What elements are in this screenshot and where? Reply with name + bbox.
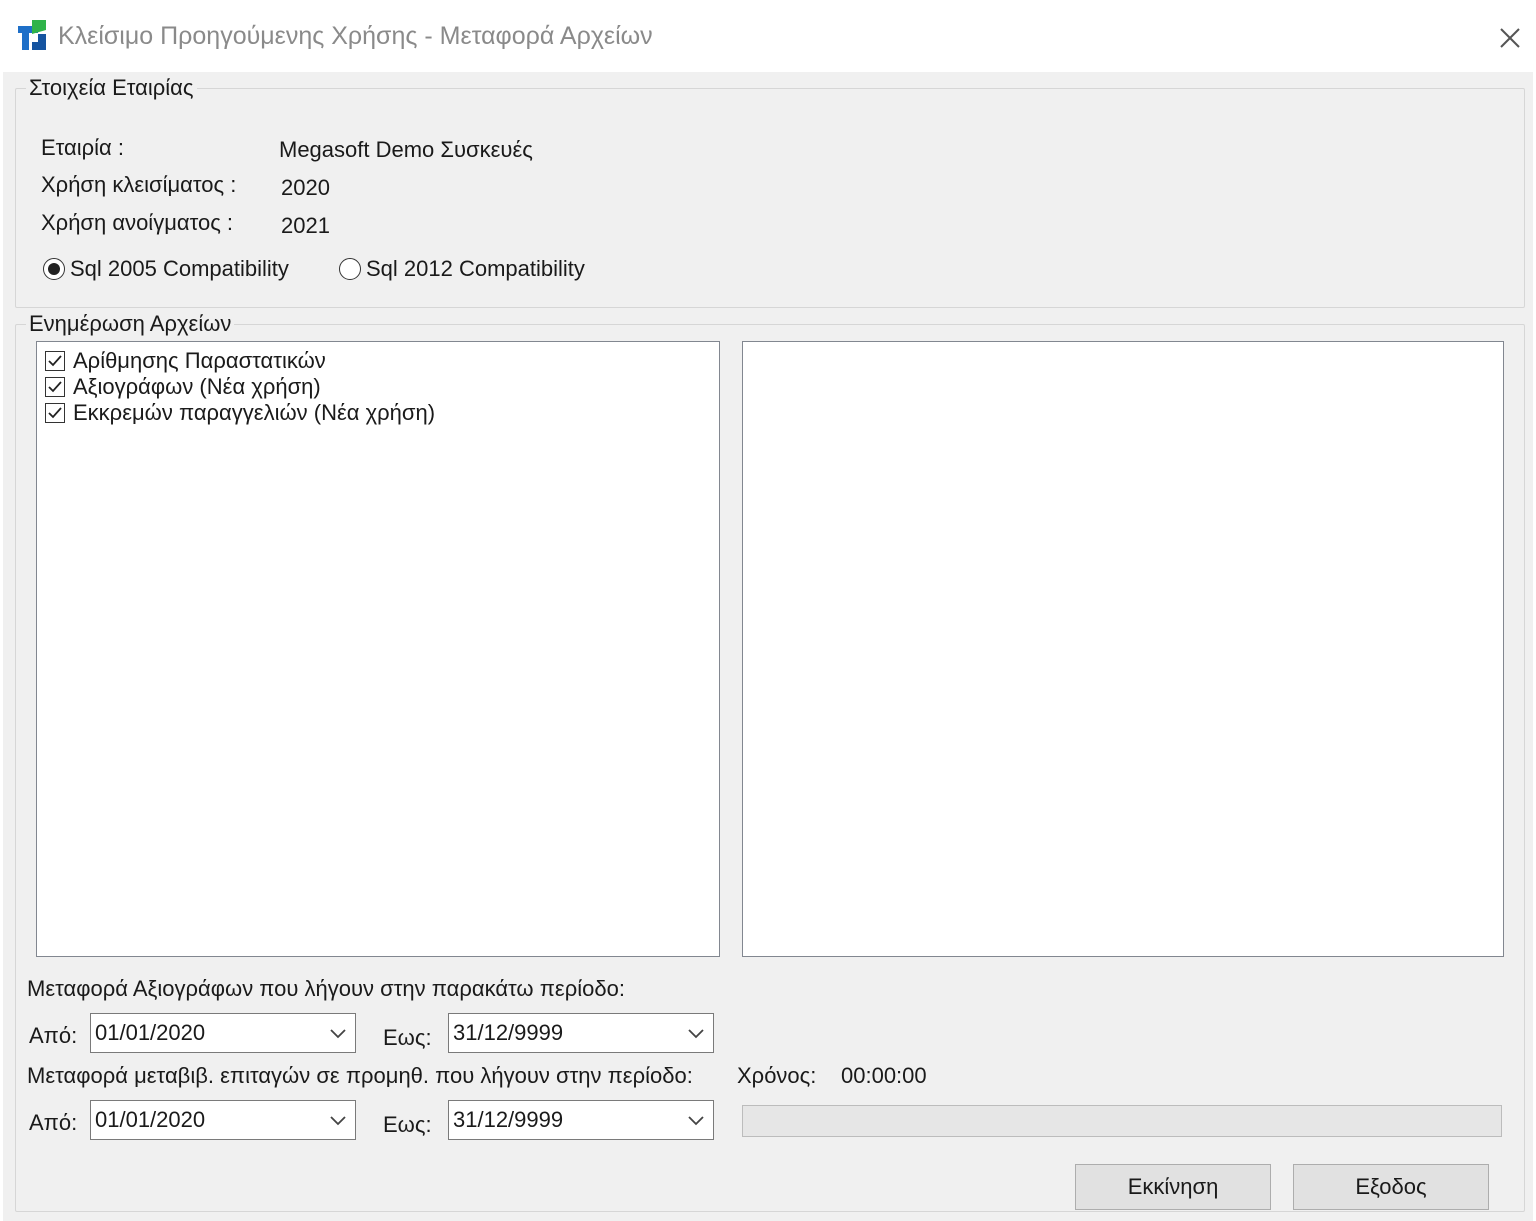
company-value: Megasoft Demo Συσκευές (279, 137, 533, 162)
cheques-period-label: Μεταφορά μεταβιβ. επιταγών σε προμηθ. πο… (27, 1063, 693, 1088)
securities-from-label: Από: (29, 1023, 78, 1048)
cheques-to-date[interactable]: 31/12/9999 (448, 1100, 714, 1140)
chevron-down-icon (330, 1029, 346, 1039)
log-panel[interactable] (742, 341, 1504, 957)
app-logo-icon (18, 20, 46, 50)
start-button[interactable]: Εκκίνηση (1075, 1164, 1271, 1210)
closing-year-value: 2020 (281, 175, 330, 200)
opening-year-label: Χρήση ανοίγματος : (41, 210, 234, 235)
files-group-title: Ενημέρωση Αρχείων (26, 311, 235, 337)
radio-unselected-icon (339, 258, 361, 280)
company-group-title: Στοιχεία Εταιρίας (26, 75, 197, 101)
time-label: Χρόνος: (737, 1063, 817, 1088)
securities-to-value: 31/12/9999 (453, 1020, 564, 1045)
checkbox-checked[interactable] (45, 351, 65, 371)
check-item-securities[interactable]: Αξιογράφων (Νέα χρήση) (45, 374, 321, 400)
sql-2012-label: Sql 2012 Compatibility (366, 256, 585, 281)
opening-year-value: 2021 (281, 213, 330, 238)
cheques-from-date[interactable]: 01/01/2020 (90, 1100, 356, 1140)
check-item-document-numbering[interactable]: Αρίθμησης Παραστατικών (45, 348, 326, 374)
securities-to-label: Εως: (383, 1025, 432, 1050)
sql-2005-label: Sql 2005 Compatibility (70, 256, 289, 281)
chevron-down-icon (688, 1116, 704, 1126)
files-checklist[interactable]: Αρίθμησης Παραστατικών Αξιογράφων (Νέα χ… (36, 341, 720, 957)
checkbox-checked[interactable] (45, 403, 65, 423)
sql-2012-radio[interactable]: Sql 2012 Compatibility (339, 256, 585, 282)
title-bar: Κλείσιμο Προηγούμενης Χρήσης - Μεταφορά … (0, 0, 1536, 70)
securities-from-date[interactable]: 01/01/2020 (90, 1013, 356, 1053)
checkmark-icon (48, 407, 62, 419)
chevron-down-icon (688, 1029, 704, 1039)
dialog-body: Στοιχεία Εταιρίας Εταιρία : Megasoft Dem… (3, 72, 1533, 1221)
check-item-pending-orders[interactable]: Εκκρεμών παραγγελιών (Νέα χρήση) (45, 400, 435, 426)
checkmark-icon (48, 381, 62, 393)
close-icon[interactable] (1488, 16, 1532, 60)
radio-selected-icon (43, 258, 65, 280)
progress-bar (742, 1105, 1502, 1137)
cheques-from-label: Από: (29, 1110, 78, 1135)
sql-2005-radio[interactable]: Sql 2005 Compatibility (43, 256, 289, 282)
cheques-to-label: Εως: (383, 1112, 432, 1137)
securities-to-date[interactable]: 31/12/9999 (448, 1013, 714, 1053)
window-title: Κλείσιμο Προηγούμενης Χρήσης - Μεταφορά … (58, 22, 653, 50)
closing-year-label: Χρήση κλεισίματος : (41, 172, 237, 197)
exit-button[interactable]: Εξοδος (1293, 1164, 1489, 1210)
securities-period-label: Μεταφορά Αξιογράφων που λήγουν στην παρα… (27, 976, 625, 1001)
checkbox-checked[interactable] (45, 377, 65, 397)
cheques-from-value: 01/01/2020 (95, 1107, 206, 1132)
checkmark-icon (48, 355, 62, 367)
check-item-label: Εκκρεμών παραγγελιών (Νέα χρήση) (73, 400, 436, 425)
cheques-to-value: 31/12/9999 (453, 1107, 564, 1132)
check-item-label: Αξιογράφων (Νέα χρήση) (73, 374, 321, 399)
securities-from-value: 01/01/2020 (95, 1020, 206, 1045)
time-value: 00:00:00 (841, 1063, 927, 1088)
chevron-down-icon (330, 1116, 346, 1126)
company-label: Εταιρία : (41, 135, 125, 160)
check-item-label: Αρίθμησης Παραστατικών (73, 348, 326, 373)
